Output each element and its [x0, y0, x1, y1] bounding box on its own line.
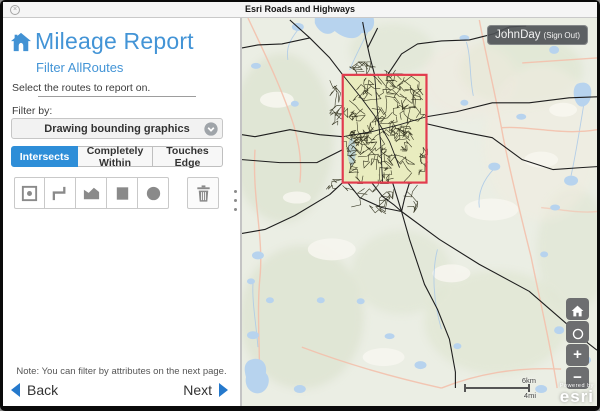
- home-extent-icon: [571, 305, 584, 317]
- locate-button[interactable]: [566, 321, 589, 343]
- basemap: [242, 18, 597, 406]
- window-content: × Esri Roads and Highways Mileage Report…: [3, 2, 597, 406]
- tab-touches-edge[interactable]: Touches Edge: [153, 146, 223, 167]
- user-sign-out-button[interactable]: JohnDay (Sign Out): [487, 25, 588, 45]
- tab-intersects[interactable]: Intersects: [11, 146, 78, 167]
- page-title: Mileage Report: [35, 28, 194, 55]
- back-button[interactable]: Back: [11, 382, 58, 398]
- rectangle-tool-button[interactable]: [107, 177, 138, 209]
- home-extent-button[interactable]: [566, 298, 589, 320]
- divider-line: [38, 96, 196, 97]
- draw-tools-toolbar: [14, 177, 219, 209]
- note-text: Note: You can filter by attributes on th…: [3, 366, 240, 377]
- instruction-text: Select the routes to report on.: [12, 82, 150, 94]
- back-arrow-icon: [11, 383, 20, 397]
- point-tool-button[interactable]: [14, 177, 45, 209]
- next-button[interactable]: Next: [183, 382, 228, 398]
- username-label: JohnDay: [495, 25, 540, 45]
- title-bar: × Esri Roads and Highways: [3, 2, 597, 18]
- sign-out-label: (Sign Out): [544, 31, 580, 40]
- scale-bar-line: [464, 387, 530, 389]
- next-label: Next: [183, 382, 212, 398]
- circle-tool-button[interactable]: [138, 177, 169, 209]
- window-title: Esri Roads and Highways: [3, 4, 597, 14]
- mileage-report-panel: Mileage Report Filter AllRoutes Select t…: [3, 18, 240, 406]
- delete-graphics-button[interactable]: [187, 177, 219, 209]
- panel-subtitle: Filter AllRoutes: [36, 60, 123, 75]
- panel-resize-handle[interactable]: [234, 190, 237, 217]
- point-icon: [20, 184, 39, 203]
- home-icon: [10, 32, 32, 52]
- app-window: × Esri Roads and Highways Mileage Report…: [0, 0, 600, 411]
- panel-header: Mileage Report: [10, 28, 194, 55]
- polyline-icon: [51, 184, 70, 203]
- dropdown-value: Drawing bounding graphics: [44, 123, 189, 135]
- back-label: Back: [27, 382, 58, 398]
- esri-logo: Powered by esri: [560, 383, 594, 405]
- polyline-tool-button[interactable]: [45, 177, 76, 209]
- tab-completely-within[interactable]: Completely Within: [78, 146, 153, 167]
- trash-icon: [194, 184, 213, 203]
- spatial-relation-tabs: Intersects Completely Within Touches Edg…: [11, 146, 223, 167]
- scale-km-label: 6km: [464, 376, 536, 385]
- rectangle-icon: [113, 184, 132, 203]
- circle-icon: [144, 184, 163, 203]
- chevron-down-icon: [204, 122, 218, 136]
- map-navigation-controls: + −: [566, 298, 589, 390]
- zoom-in-button[interactable]: +: [566, 344, 589, 366]
- scale-bar: 6km 4mi: [464, 376, 536, 400]
- esri-wordmark: esri: [560, 389, 594, 405]
- bounding-method-dropdown[interactable]: Drawing bounding graphics: [11, 118, 223, 139]
- polygon-icon: [82, 184, 101, 203]
- filter-by-label: Filter by:: [12, 105, 52, 117]
- map-view[interactable]: JohnDay (Sign Out) + − 6km: [242, 18, 597, 406]
- scale-mi-label: 4mi: [464, 391, 536, 400]
- polygon-tool-button[interactable]: [76, 177, 107, 209]
- locate-icon: [571, 327, 585, 341]
- next-arrow-icon: [219, 383, 228, 397]
